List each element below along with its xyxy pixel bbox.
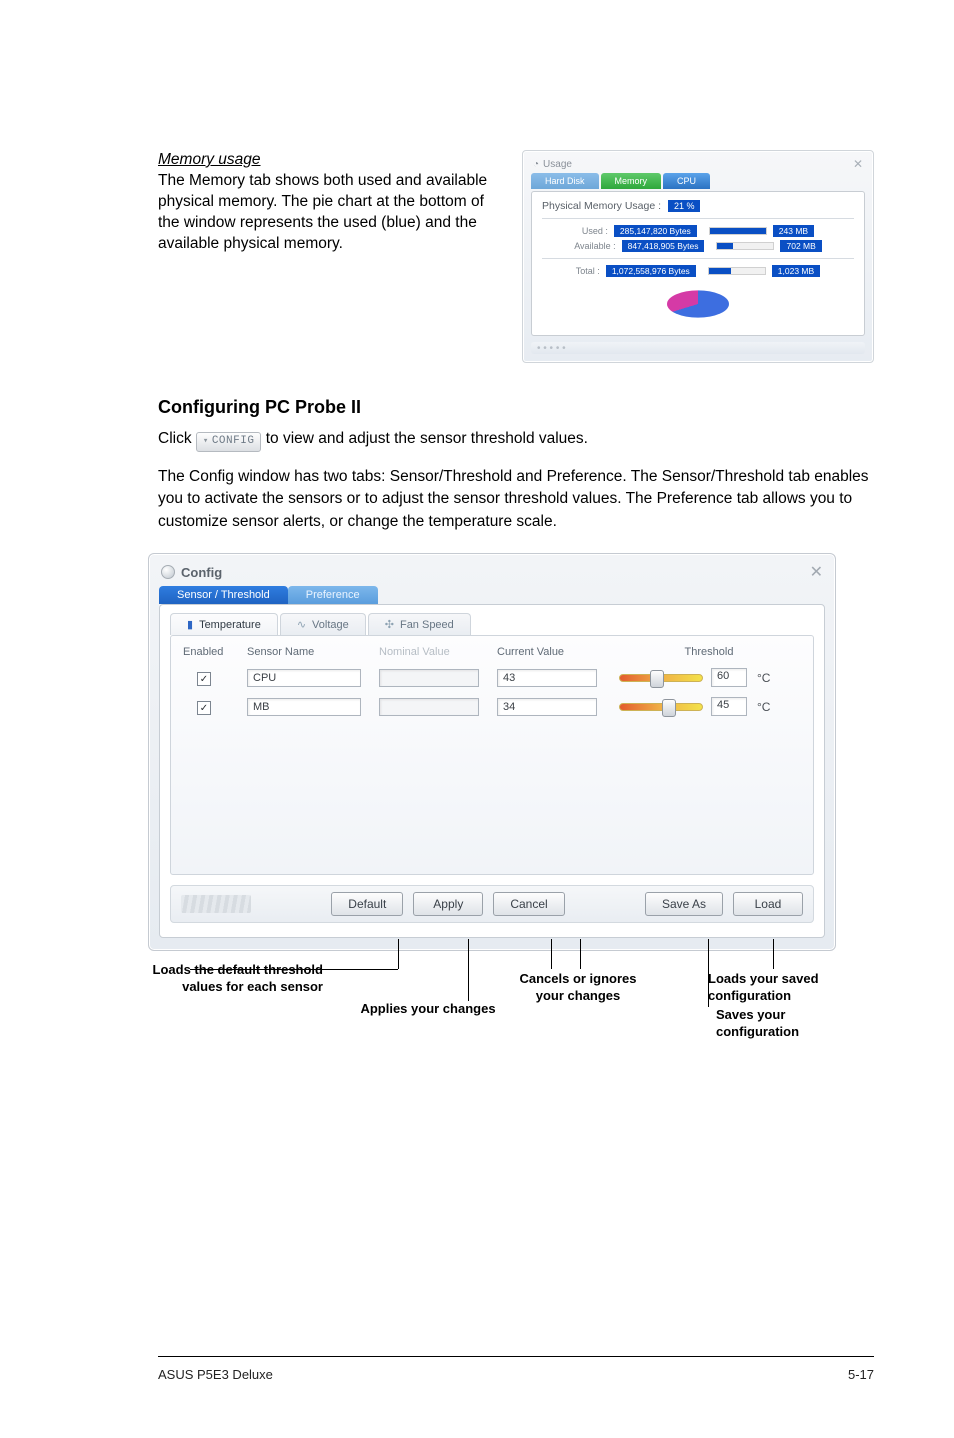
grip-hatches xyxy=(181,895,251,913)
config-inline-button[interactable]: CONFIG xyxy=(196,432,262,452)
thermometer-icon: ▮ xyxy=(187,618,193,631)
annot-saves: Saves your configuration xyxy=(716,1007,856,1040)
subtab-temperature[interactable]: ▮ Temperature xyxy=(170,613,278,635)
footer-left: ASUS P5E3 Deluxe xyxy=(158,1367,273,1382)
nominal-input xyxy=(379,669,479,687)
panel-footer-dots: • • • • • xyxy=(531,342,865,354)
checkbox-mb[interactable]: ✓ xyxy=(197,701,211,715)
fan-icon: ✣ xyxy=(385,618,394,631)
config-paragraph: The Config window has two tabs: Sensor/T… xyxy=(158,466,874,533)
tab-memory[interactable]: Memory xyxy=(601,173,662,189)
tab-preference[interactable]: Preference xyxy=(288,586,378,604)
hdr-enabled: Enabled xyxy=(183,646,247,658)
mem-row-avail: Available : 847,418,905 Bytes 702 MB xyxy=(542,240,854,252)
mem-row-used: Used : 285,147,820 Bytes 243 MB xyxy=(542,225,854,237)
unit-label: °C xyxy=(757,671,770,685)
annotations: Loads the default threshold values for e… xyxy=(148,959,836,1089)
checkbox-cpu[interactable]: ✓ xyxy=(197,672,211,686)
table-row: ✓ CPU 43 60 °C xyxy=(183,668,801,687)
hdr-current: Current Value xyxy=(497,646,619,658)
unit-label: °C xyxy=(757,700,770,714)
threshold-input[interactable]: 45 xyxy=(711,697,747,716)
click-line: Click CONFIG to view and adjust the sens… xyxy=(158,428,874,452)
subtab-voltage[interactable]: ∿ Voltage xyxy=(280,613,366,635)
usage-title: Usage xyxy=(543,159,572,170)
hdr-nominal: Nominal Value xyxy=(379,646,497,658)
default-button[interactable]: Default xyxy=(331,892,403,916)
sensor-name-input[interactable]: CPU xyxy=(247,669,361,687)
current-value: 34 xyxy=(497,698,597,716)
tab-harddisk[interactable]: Hard Disk xyxy=(531,173,599,189)
nominal-input xyxy=(379,698,479,716)
pie-chart xyxy=(667,290,729,317)
annot-loads-default: Loads the default threshold values for e… xyxy=(143,962,323,995)
usage-tabs: Hard Disk Memory CPU xyxy=(531,173,865,189)
mem-usage-pct: 21 % xyxy=(668,200,701,212)
close-icon[interactable]: ✕ xyxy=(810,562,823,582)
annot-loads-saved: Loads your saved configuration xyxy=(708,971,868,1004)
threshold-slider[interactable] xyxy=(619,703,703,711)
hdr-threshold: Threshold xyxy=(619,646,799,658)
threshold-input[interactable]: 60 xyxy=(711,668,747,687)
annot-cancels: Cancels or ignores your changes xyxy=(513,971,643,1004)
memory-paragraph: The Memory tab shows both used and avail… xyxy=(158,171,498,255)
sensor-name-input[interactable]: MB xyxy=(247,698,361,716)
threshold-slider[interactable] xyxy=(619,674,703,682)
tab-sensor-threshold[interactable]: Sensor / Threshold xyxy=(159,586,288,604)
hdr-sensor: Sensor Name xyxy=(247,646,379,658)
voltage-icon: ∿ xyxy=(297,618,306,631)
annot-applies: Applies your changes xyxy=(348,1001,508,1017)
close-icon[interactable]: ✕ xyxy=(853,157,863,171)
subtab-fanspeed[interactable]: ✣ Fan Speed xyxy=(368,613,471,635)
table-row: ✓ MB 34 45 °C xyxy=(183,697,801,716)
apply-button[interactable]: Apply xyxy=(413,892,483,916)
footer-right: 5-17 xyxy=(848,1367,874,1382)
disk-icon: ◔ xyxy=(533,159,539,170)
tab-cpu[interactable]: CPU xyxy=(663,173,710,189)
usage-panel: ◔ Usage ✕ Hard Disk Memory CPU Physical … xyxy=(522,150,874,363)
config-window: Config ✕ Sensor / Threshold Preference ▮… xyxy=(148,553,836,951)
mem-row-total: Total : 1,072,558,976 Bytes 1,023 MB xyxy=(542,265,854,277)
cancel-button[interactable]: Cancel xyxy=(493,892,564,916)
memory-heading: Memory usage xyxy=(158,150,498,171)
mem-usage-text: Physical Memory Usage : 21 % xyxy=(542,200,854,212)
config-heading: Configuring PC Probe II xyxy=(158,397,874,418)
window-title: Config xyxy=(181,565,222,580)
gear-icon xyxy=(161,565,175,579)
load-button[interactable]: Load xyxy=(733,892,803,916)
current-value: 43 xyxy=(497,669,597,687)
saveas-button[interactable]: Save As xyxy=(645,892,723,916)
